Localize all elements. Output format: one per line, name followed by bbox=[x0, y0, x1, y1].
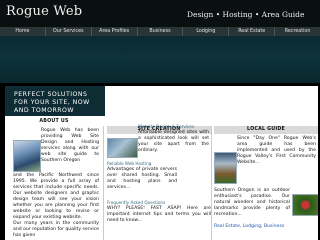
site-header: Rogue Web Design • Hosting • Area Guide bbox=[0, 0, 320, 27]
about-body: and the Pacific Northwest since 1995. We… bbox=[13, 173, 99, 220]
about-more: Our many years in the community and our … bbox=[13, 221, 99, 238]
nav-recreation[interactable]: Recreation bbox=[275, 27, 320, 36]
column-divider bbox=[103, 126, 104, 240]
main-nav: Home Our Services Area Profiles Business… bbox=[0, 27, 320, 36]
about-photo bbox=[13, 140, 41, 172]
welcome-panel: PERFECT SOLUTIONS FOR YOUR SITE, NOW AND… bbox=[5, 86, 105, 116]
local-guide-heading: LOCAL GUIDE bbox=[214, 126, 318, 134]
outdoor-photo bbox=[292, 194, 318, 216]
nav-our-services[interactable]: Our Services bbox=[46, 27, 92, 36]
local-guide-intro: Since "Day One" Rogue Web's area guide h… bbox=[237, 136, 316, 165]
hero-banner bbox=[0, 36, 320, 86]
nav-business[interactable]: Business bbox=[138, 27, 184, 36]
content-area: PERFECT SOLUTIONS FOR YOUR SITE, NOW AND… bbox=[5, 86, 318, 240]
web-hosting-text: Advantages of private servers over share… bbox=[107, 167, 177, 190]
nav-area-profiles[interactable]: Area Profiles bbox=[92, 27, 138, 36]
welcome-title: PERFECT SOLUTIONS FOR YOUR SITE, NOW AND… bbox=[14, 91, 90, 114]
nav-lodging[interactable]: Lodging bbox=[183, 27, 230, 36]
faq-text: WHY? PLEASE! FAST ASAP! Here are importa… bbox=[107, 206, 211, 223]
about-heading: ABOUT US bbox=[11, 118, 97, 126]
site-design-thumbnail[interactable] bbox=[107, 138, 138, 158]
about-lead: Rogue Web has been providing Web Site De… bbox=[41, 128, 99, 163]
column-divider bbox=[211, 126, 212, 240]
local-guide-photo bbox=[214, 152, 237, 184]
site-tagline: Design • Hosting • Area Guide bbox=[187, 10, 305, 19]
nav-real-estate[interactable]: Real Estate bbox=[229, 27, 276, 36]
site-logo[interactable]: Rogue Web bbox=[6, 4, 82, 19]
site-design-text: Affordable designed sites with a sophist… bbox=[138, 130, 209, 153]
local-guide-links[interactable]: Real Estate, Lodging, Business bbox=[214, 224, 314, 230]
nav-home[interactable]: Home bbox=[0, 27, 46, 36]
local-guide-more: Southern Oregon is an outdoor enthusiast… bbox=[214, 188, 290, 217]
